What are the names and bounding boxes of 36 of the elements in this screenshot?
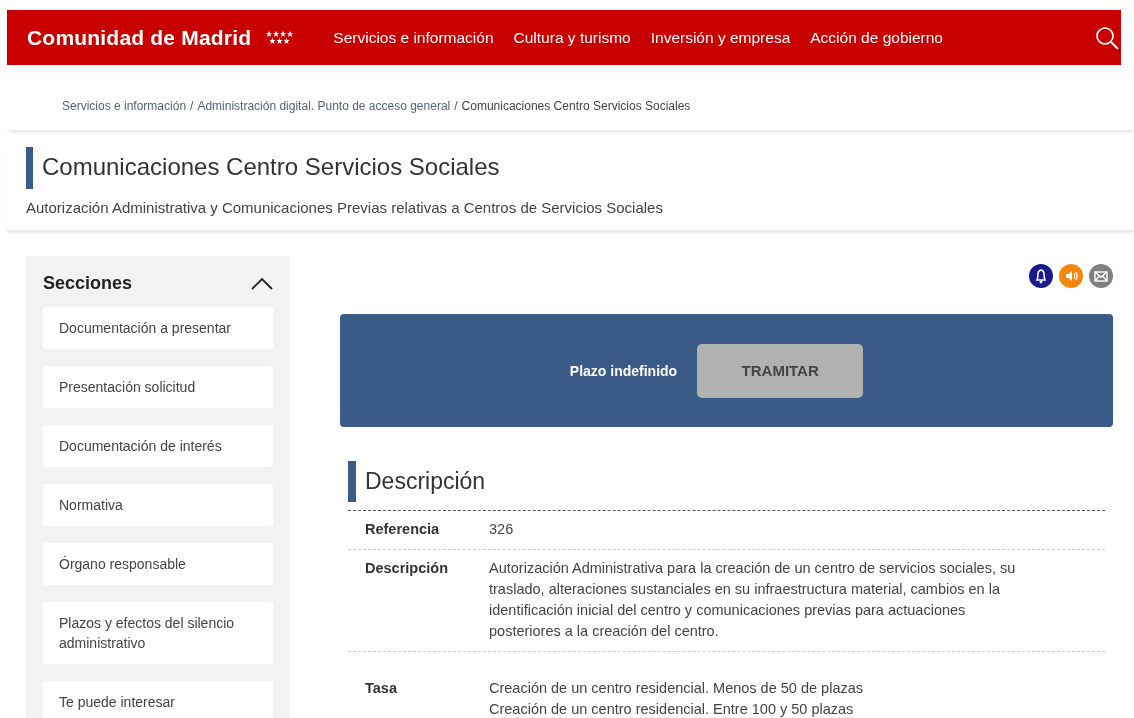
breadcrumb-link[interactable]: Servicios e información xyxy=(62,99,187,130)
stars-icon xyxy=(265,29,294,46)
section-link[interactable]: Normativa xyxy=(43,484,273,526)
field-value: Autorización Administrativa para la creación de un centro de servicios sociales, su traslado, alteraciones sustanciales en su infraestructura material, cambios en la identificación inicial del centro y comunicaciones previas para actuaciones posteriores a la creación del centro. xyxy=(489,559,1017,641)
deadline-label: Plazo indefinido xyxy=(569,362,678,379)
field-label: Descripción xyxy=(365,559,449,578)
nav-link[interactable]: Acción de gobierno xyxy=(810,28,943,47)
nav-link[interactable]: Cultura y turismo xyxy=(513,28,631,47)
field-value: Creación de un centro residencial. Menos de 50 de plazas xyxy=(489,679,864,698)
breadcrumb-separator: / xyxy=(190,99,194,115)
field-label: Referencia xyxy=(365,520,441,539)
field-value: 326 xyxy=(489,520,515,539)
search-icon[interactable] xyxy=(1095,25,1119,50)
nav-link[interactable]: Servicios e información xyxy=(333,28,494,47)
nav-link[interactable]: Inversión y empresa xyxy=(650,28,791,47)
field-value: Creación de un centro residencial. Entre 100 y 50 plazas xyxy=(489,700,855,718)
section-link[interactable]: Documentación de interés xyxy=(43,425,273,467)
breadcrumb-current: Comunicaciones Centro Servicios Sociales xyxy=(461,99,691,115)
page-title: Comunicaciones Centro Servicios Sociales xyxy=(42,153,500,181)
page-subtitle: Autorización Administrativa y Comunicaciones Previas relativas a Centros de Servicios Sociales xyxy=(25,199,664,216)
sidebar-title: Secciones xyxy=(43,273,133,294)
accent-bar xyxy=(348,461,356,502)
site-logo[interactable]: Comunidad de Madrid xyxy=(27,25,252,50)
section-link[interactable]: Documentación a presentar xyxy=(43,307,273,349)
bell-icon[interactable] xyxy=(1029,264,1053,288)
field-label: Tasa xyxy=(365,679,398,698)
breadcrumb-separator: / xyxy=(454,99,458,115)
breadcrumb-link[interactable]: Administración digital. Punto de acceso general xyxy=(197,99,451,130)
section-link[interactable]: Presentación solicitud xyxy=(43,366,273,408)
section-link[interactable]: Te puede interesar xyxy=(43,681,273,718)
section-link[interactable]: Órgano responsable xyxy=(43,543,273,585)
section-title: Descripción xyxy=(365,468,486,495)
section-link[interactable]: Plazos y efectos del silencio administrativo xyxy=(43,602,273,664)
mail-icon[interactable] xyxy=(1089,264,1113,288)
accent-bar xyxy=(26,147,33,189)
chevron-up-icon[interactable] xyxy=(251,276,273,291)
